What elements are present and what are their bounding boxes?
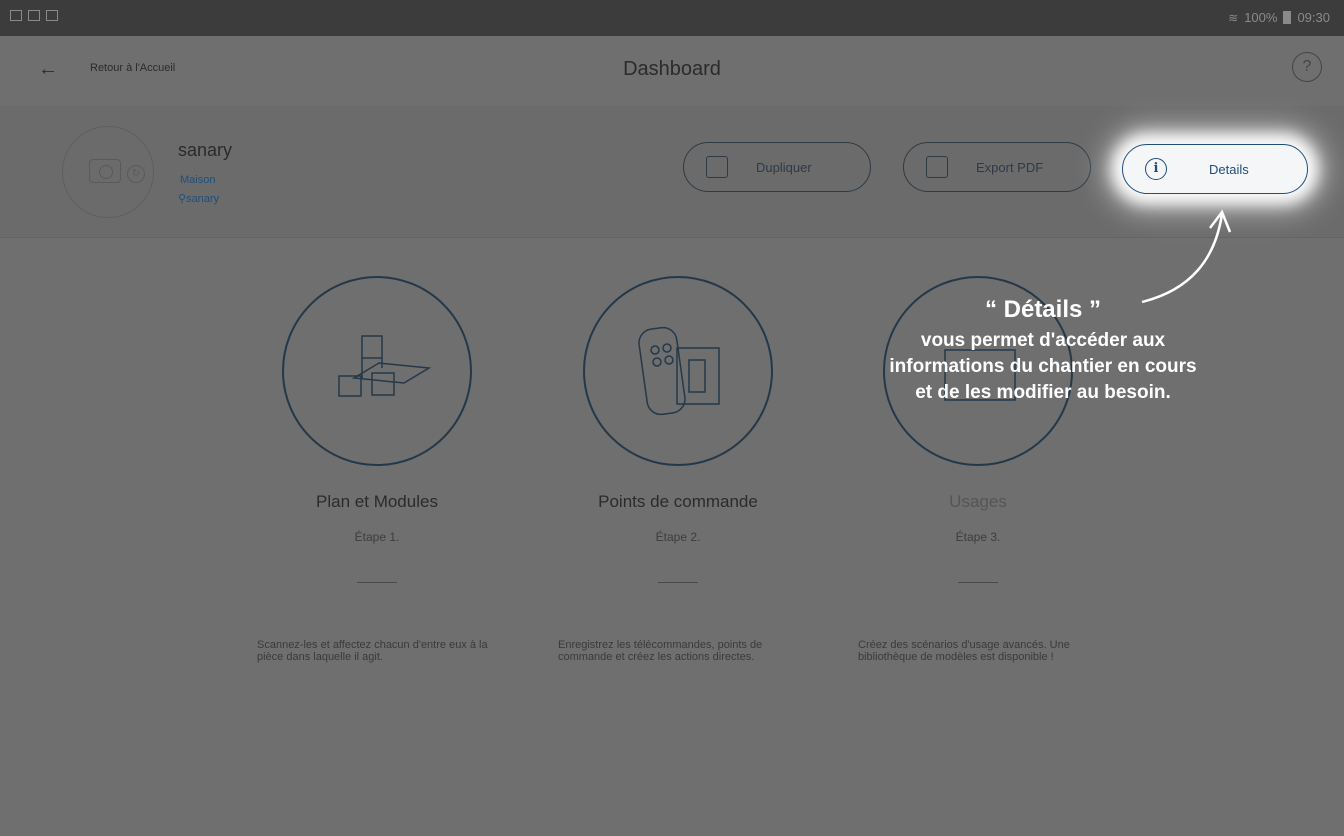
tutorial-arrow-icon bbox=[1141, 209, 1232, 304]
status-bar: ≋ 100% 09:30 bbox=[0, 0, 1344, 36]
duplicate-label: Dupliquer bbox=[756, 159, 812, 175]
remote-control-icon bbox=[638, 326, 720, 416]
step-number: Étape 3. bbox=[955, 530, 1001, 544]
notification-icon bbox=[10, 10, 22, 21]
tooltip-line-3: et de les modifier au besoin. bbox=[915, 382, 1171, 403]
duplicate-icon bbox=[706, 156, 728, 178]
step-title: Points de commande bbox=[598, 492, 758, 511]
clock: 09:30 bbox=[1297, 10, 1330, 25]
page-title: Dashboard bbox=[623, 58, 721, 80]
step-description: Enregistrez les télécommandes, points de… bbox=[558, 639, 763, 663]
step-description: Scannez-les et affectez chacun d'entre e… bbox=[257, 639, 488, 663]
divider bbox=[357, 582, 397, 583]
modules-icon bbox=[338, 335, 432, 397]
pdf-icon bbox=[926, 156, 948, 178]
help-icon[interactable]: ? bbox=[1292, 52, 1322, 82]
step-number: Étape 1. bbox=[354, 530, 400, 544]
status-right: ≋ 100% 09:30 bbox=[1228, 10, 1330, 25]
divider bbox=[958, 582, 998, 583]
details-button[interactable]: i Details bbox=[1122, 144, 1308, 194]
divider bbox=[658, 582, 698, 583]
step-description: Créez des scénarios d'usage avancés. Une… bbox=[858, 639, 1070, 663]
export-pdf-button[interactable]: Export PDF bbox=[903, 142, 1091, 192]
duplicate-button[interactable]: Dupliquer bbox=[683, 142, 871, 192]
tooltip-title: “ Détails ” bbox=[984, 296, 1102, 323]
gallery-icon bbox=[28, 10, 40, 21]
project-avatar[interactable]: ↻ bbox=[62, 126, 154, 218]
project-name: sanary bbox=[178, 140, 233, 160]
details-label: Details bbox=[1209, 161, 1249, 177]
step-title: Plan et Modules bbox=[316, 492, 438, 511]
step-plan-modules[interactable]: Plan et Modules Étape 1. Scannez-les et … bbox=[227, 276, 527, 663]
wifi-icon: ≋ bbox=[1228, 10, 1239, 25]
tutorial-tooltip: “ Détails ” vous permet d'accéder aux in… bbox=[820, 296, 1266, 406]
step-circle[interactable] bbox=[583, 276, 773, 466]
camera-icon bbox=[89, 159, 121, 183]
step-title: Usages bbox=[949, 492, 1007, 511]
info-icon: i bbox=[1145, 158, 1167, 180]
project-type: Maison bbox=[180, 174, 216, 186]
export-pdf-label: Export PDF bbox=[976, 159, 1044, 175]
app-bar: ← Retour à l'Accueil Dashboard ? bbox=[0, 36, 1344, 106]
step-points-commande[interactable]: Points de commande Étape 2. Enregistrez … bbox=[528, 276, 828, 663]
sync-icon: ↻ bbox=[127, 165, 145, 183]
step-number: Étape 2. bbox=[655, 530, 701, 544]
notification-icons bbox=[10, 10, 58, 21]
tooltip-line-1: vous permet d'accéder aux bbox=[920, 330, 1166, 351]
battery-percent: 100% bbox=[1244, 10, 1278, 25]
app-icon bbox=[46, 10, 58, 21]
location-pin-icon: ⚲ bbox=[178, 193, 187, 205]
tooltip-line-2: informations du chantier en cours bbox=[889, 356, 1197, 377]
project-location: ⚲sanary bbox=[178, 193, 220, 205]
step-circle[interactable] bbox=[282, 276, 472, 466]
battery-icon bbox=[1283, 11, 1292, 24]
